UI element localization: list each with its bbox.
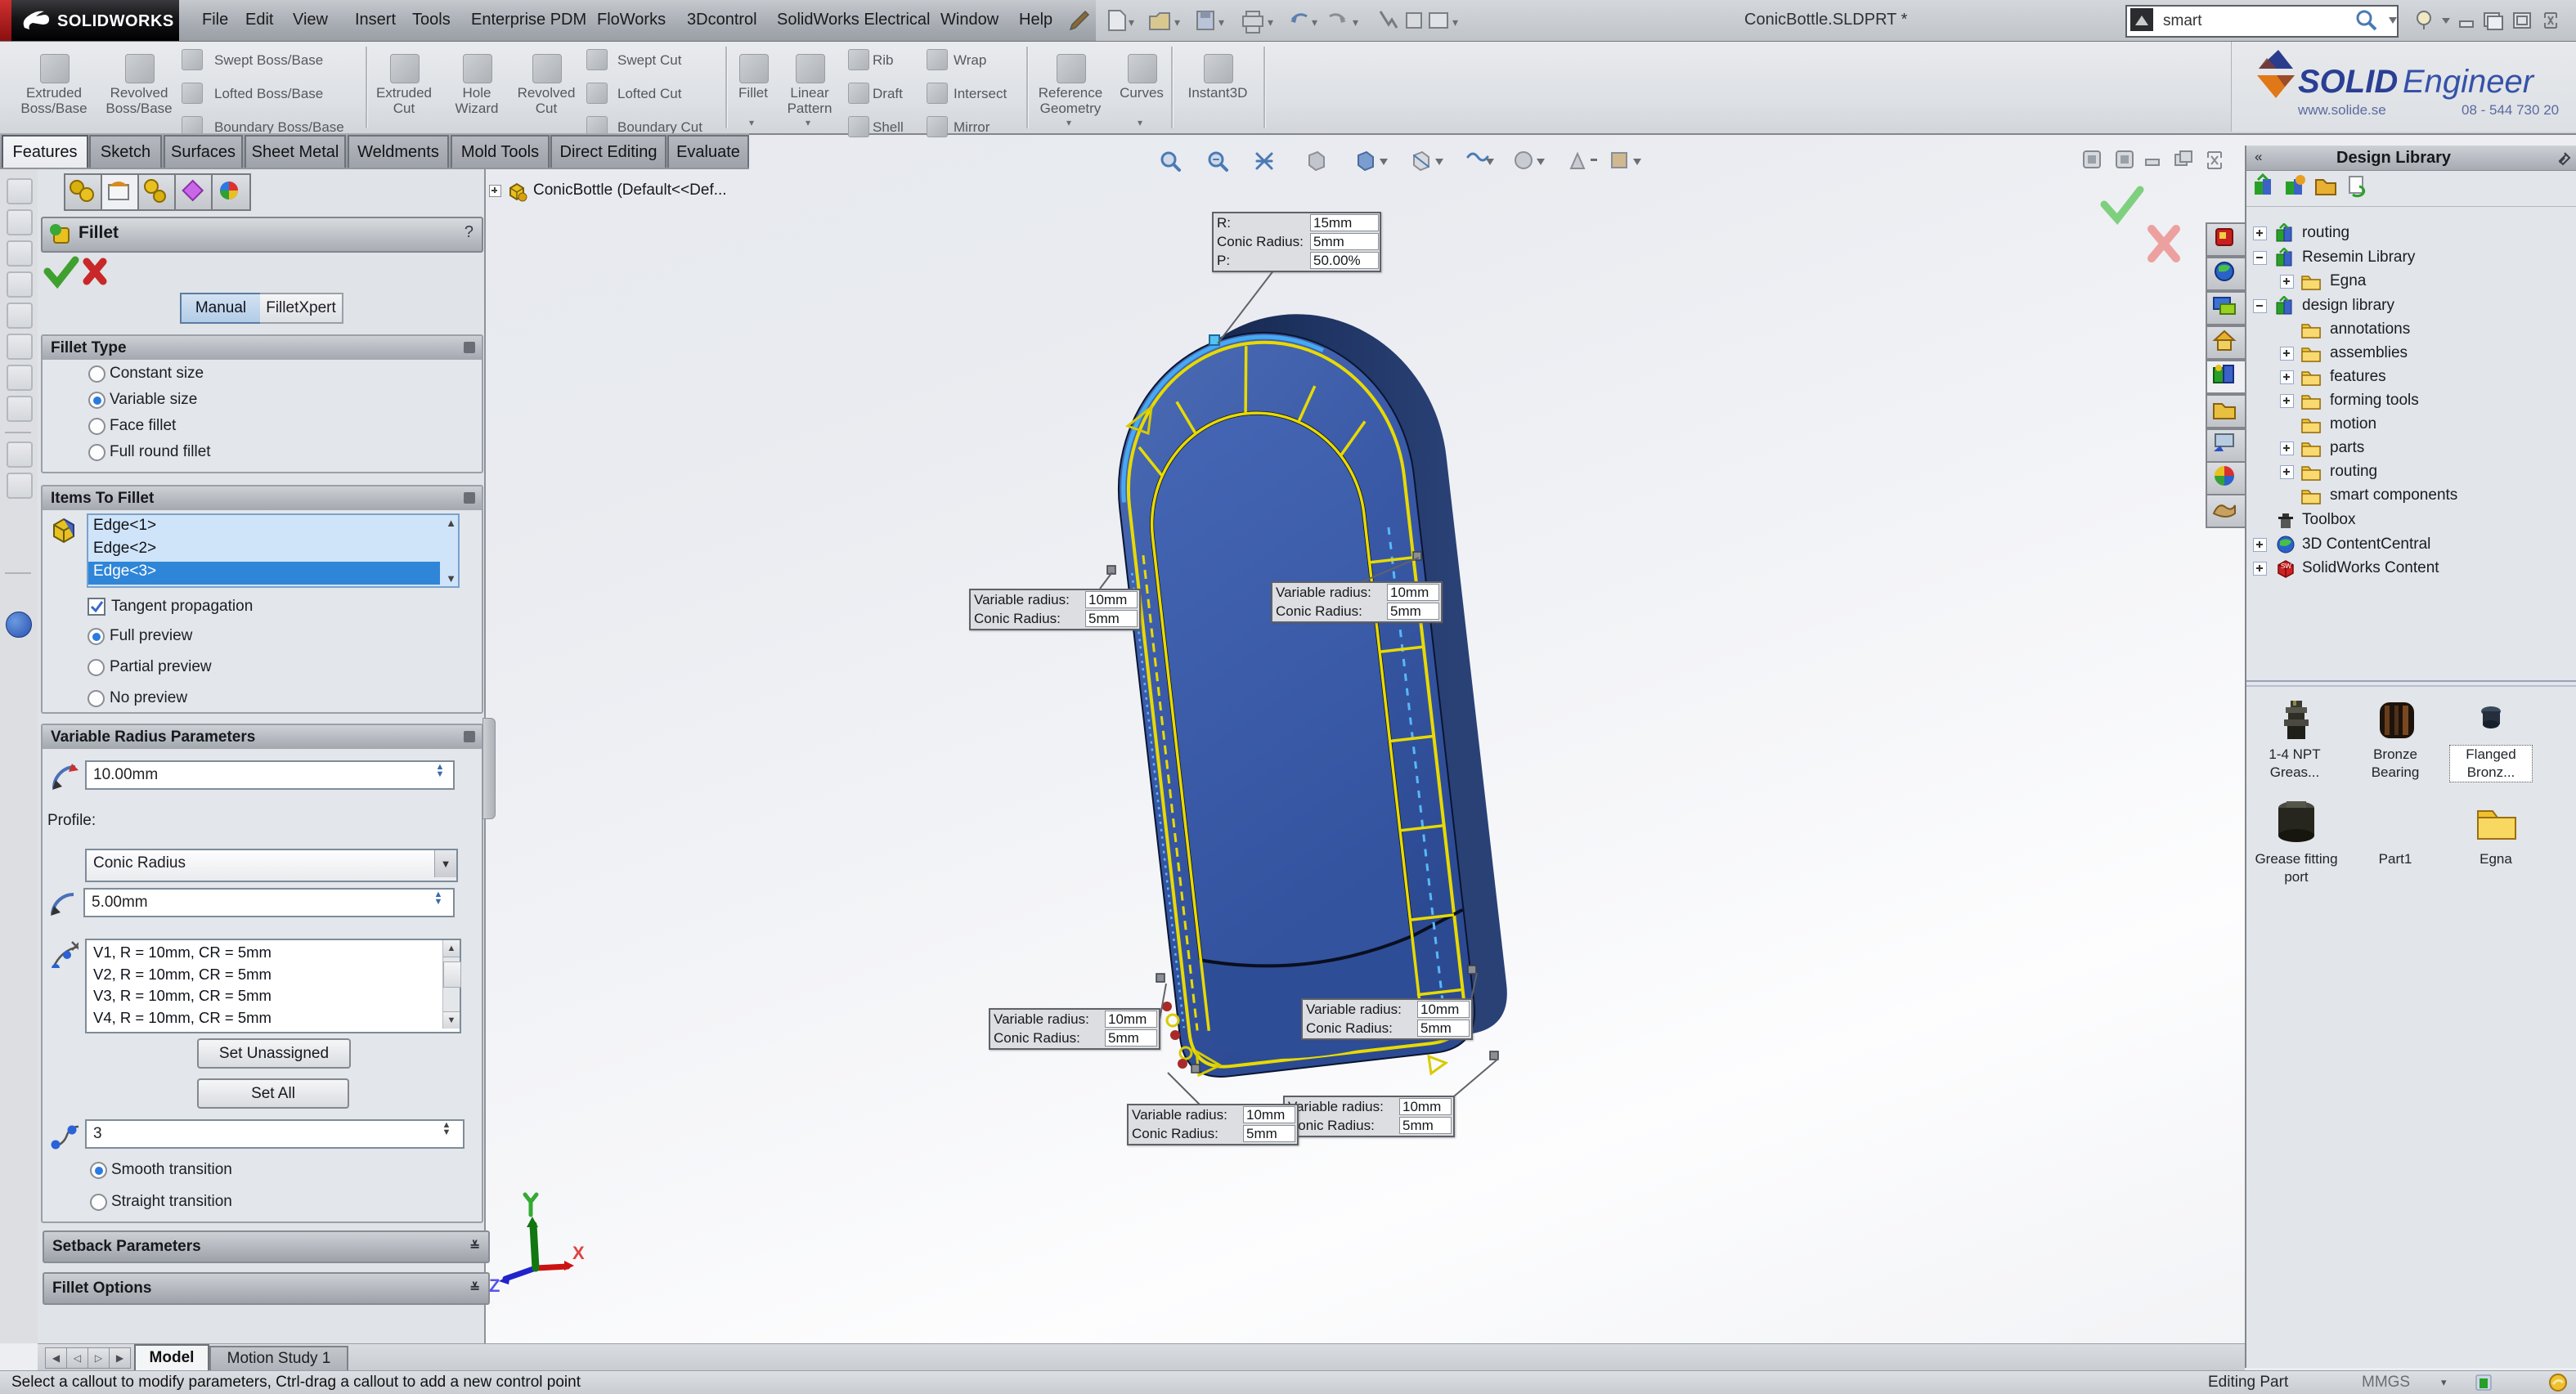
svg-text:X: X [572,1243,585,1263]
svg-text:SW: SW [2281,563,2291,570]
svg-text:Z: Z [489,1275,500,1296]
